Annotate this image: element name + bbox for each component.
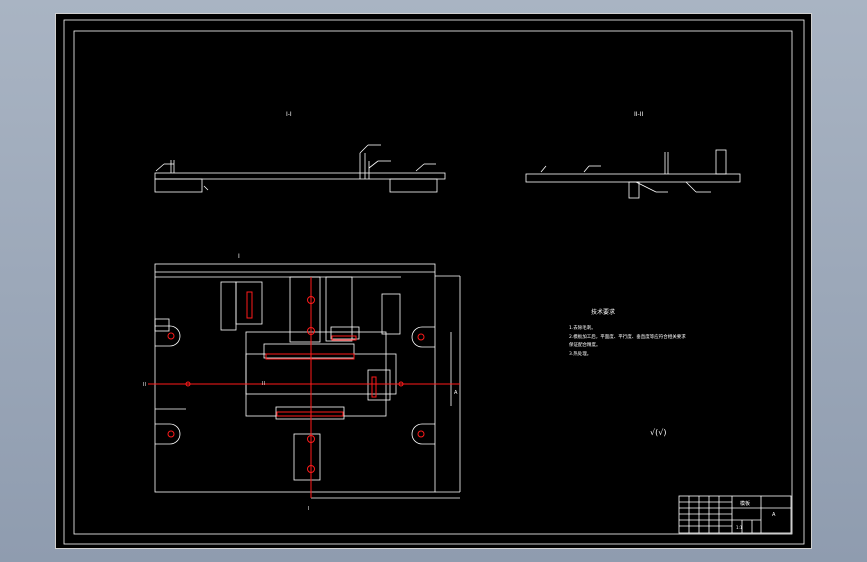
title-block-scale: 1:1 [736,525,743,530]
technical-notes: 技术要求 1.去除毛刺。 2.模板加工后，平面度、平行度、垂直度等应符合相关要求… [569,308,686,437]
outer-frame [63,19,805,545]
plan-view: I II II A I [143,253,461,512]
notes-item-2: 2.模板加工后，平面度、平行度、垂直度等应符合相关要求 [569,333,686,340]
view-label-left: I-I [286,111,292,118]
plan-view-label: I [238,253,240,260]
section-mark-right: A [454,390,458,396]
title-block-part-name: 模板 [740,500,750,507]
roughness-symbol: √(√) [650,428,666,437]
notes-item-1: 1.去除毛刺。 [569,324,596,331]
title-block: 模板 A 1:1 [678,495,792,534]
section-mark-left: II [143,382,146,388]
title-block-drawing-no: A [772,512,776,518]
notes-item-4: 3.热处理。 [569,350,591,357]
section-mark-middle: II [262,381,265,387]
inner-frame [73,30,793,535]
plate-outline [154,263,436,493]
notes-title: 技术要求 [591,308,615,316]
cad-viewport[interactable]: I-I II-II I II II A I 技术要求 1.去除毛刺。 2.模板加… [55,13,812,549]
view-label-right: II-II [634,111,643,118]
section-mark-bottom: I [308,506,309,512]
section-view-right: II-II [525,111,741,199]
section-view-left: I-I [154,111,446,193]
notes-item-3: 保证配合精度。 [569,341,601,348]
